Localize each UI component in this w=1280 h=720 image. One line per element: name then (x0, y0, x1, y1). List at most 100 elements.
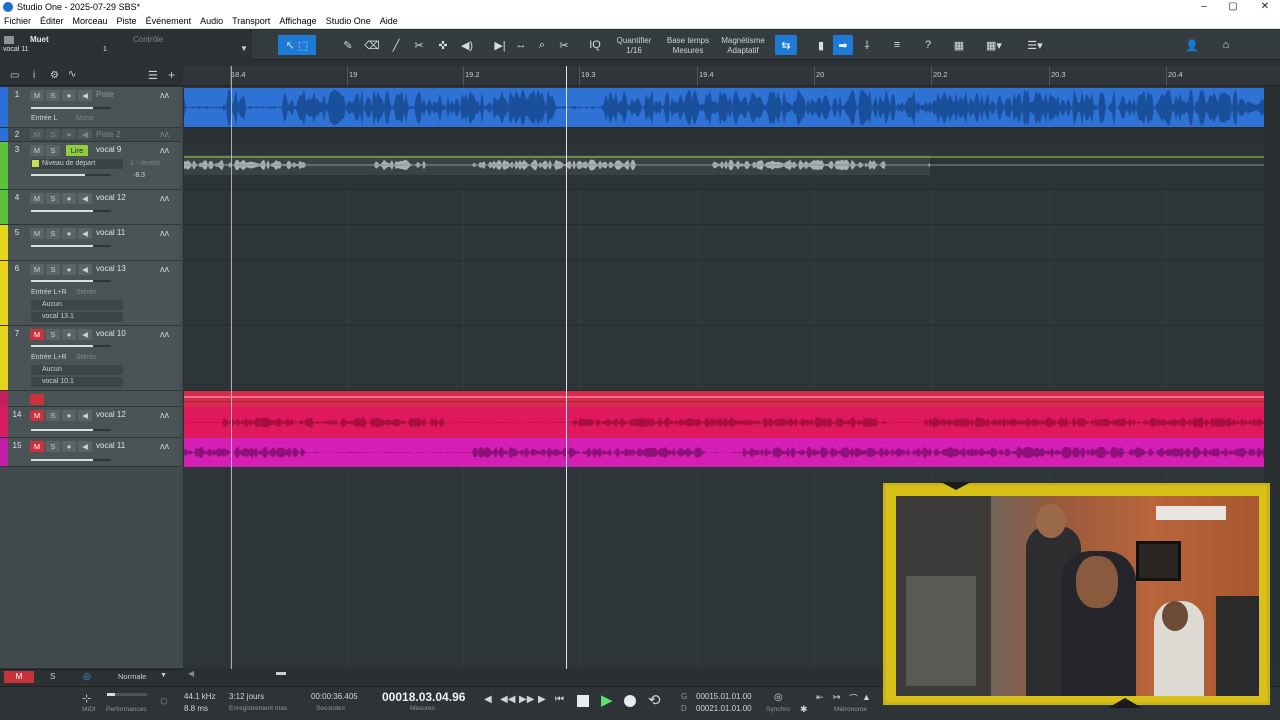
audio-clip-vocal11[interactable] (184, 438, 1264, 467)
monitor-button[interactable]: ◀ (78, 129, 92, 139)
track-row[interactable]: 1 M S ● ◀ Piste ʌʌ Entrée L Mono (0, 87, 181, 128)
autoscroll-button[interactable]: ▮ (812, 35, 830, 55)
waveform-icon[interactable]: ʌʌ (160, 264, 169, 274)
track-row[interactable]: 14 M S ● ◀ vocal 12 ʌʌ (0, 407, 181, 438)
horizontal-scrollbar[interactable]: ◀ (184, 669, 880, 679)
mute-button[interactable]: M (30, 90, 44, 101)
send-fader[interactable] (31, 174, 111, 176)
chevron-down-icon[interactable]: ▼ (160, 672, 167, 679)
waveform-icon[interactable]: ʌʌ (160, 228, 169, 238)
minimize-button[interactable]: – (1189, 0, 1219, 14)
automation-icon[interactable]: ∿ (68, 69, 76, 80)
home-button[interactable]: ⌂ (1217, 35, 1235, 55)
user-button[interactable]: 👤 (1183, 35, 1201, 55)
monitor-button[interactable]: ◀ (78, 264, 92, 275)
lane-track-7[interactable] (184, 326, 1264, 391)
menu-morceau[interactable]: Morceau (69, 16, 113, 26)
stretch-button[interactable]: ↔ (512, 35, 530, 55)
loop-button[interactable]: ⟲ (648, 691, 661, 709)
mute-button[interactable]: M (30, 129, 44, 139)
bars-label[interactable]: Mesures (410, 705, 435, 712)
volume-fader[interactable] (31, 245, 111, 247)
mute-button[interactable]: M (30, 329, 44, 340)
lane-track-4[interactable] (184, 190, 1264, 225)
track-name[interactable]: vocal 11 (96, 228, 125, 237)
menu-fichier[interactable]: Fichier (0, 16, 36, 26)
solo-button[interactable]: S (46, 90, 60, 101)
audio-clip-folded[interactable] (184, 391, 1264, 407)
scissors-button[interactable]: ✂ (555, 35, 573, 55)
volume-fader[interactable] (31, 210, 111, 212)
punch-icon[interactable]: ↦ (833, 692, 841, 703)
record-arm-button[interactable]: ● (62, 193, 76, 204)
menu-audio[interactable]: Audio (196, 16, 228, 26)
solo-button[interactable]: S (46, 193, 60, 204)
track-name[interactable]: vocal 12 (96, 193, 126, 202)
record-arm-button[interactable]: ● (62, 129, 76, 139)
track-name[interactable]: vocal 12 (96, 410, 126, 419)
midi-icon[interactable]: ⊹ (82, 692, 91, 705)
collapsed-tracks-row[interactable] (0, 391, 181, 407)
forward-icon[interactable]: ▶ (538, 694, 546, 705)
listen-tool-button[interactable]: ◀) (458, 35, 476, 55)
send-level-select[interactable]: Niveau de départ (31, 159, 123, 169)
waveform-icon[interactable]: ʌʌ (160, 441, 169, 451)
track-row[interactable]: 3 M S Lire vocal 9 ʌʌ Niveau de départ 1… (0, 142, 181, 190)
video-button[interactable]: ▦ (950, 35, 968, 55)
menu-transport[interactable]: Transport (228, 16, 275, 26)
eraser-tool-button[interactable]: ⌫ (363, 35, 381, 55)
snap-toggle-button[interactable]: ⇆ (775, 35, 797, 55)
audio-clip-vocal12[interactable] (184, 407, 1264, 438)
mute-tool-button[interactable]: ✂ (410, 35, 428, 55)
playlist-select[interactable]: vocal 13.1 (31, 312, 123, 322)
solo-button[interactable]: S (46, 129, 60, 139)
monitor-button[interactable]: ◀ (78, 228, 92, 239)
global-mute-button[interactable]: M (4, 671, 34, 683)
timebase-control[interactable]: Base temps Mesures (662, 36, 714, 56)
track-row[interactable]: 6 M S ● ◀ vocal 13 ʌʌ Entrée L+R Stéréo … (0, 261, 181, 326)
mode-select[interactable]: Normale (118, 672, 146, 681)
solo-button[interactable]: S (46, 441, 60, 452)
mute-button[interactable]: M (30, 441, 44, 452)
chevron-down-icon[interactable]: ▼ (240, 44, 248, 53)
record-arm-button[interactable]: ● (62, 410, 76, 421)
sync-icon[interactable]: ◎ (774, 692, 783, 703)
output-select[interactable]: Aucun (31, 365, 123, 375)
fast-forward-icon[interactable]: ▶▶ (519, 694, 534, 705)
track-name[interactable]: vocal 9 (96, 145, 121, 154)
skip-end-icon[interactable]: ⏮ (555, 694, 564, 705)
layout-button[interactable]: ☰▾ (1020, 35, 1050, 55)
playhead-cursor[interactable] (566, 66, 567, 670)
timestretch-button[interactable]: ≡ (888, 35, 906, 55)
track-name[interactable]: vocal 10 (96, 329, 126, 338)
scroll-left-icon[interactable]: ◀ (188, 669, 194, 678)
mute-button[interactable]: M (30, 228, 44, 239)
grid-view-button[interactable]: ▦▾ (980, 35, 1008, 55)
track-name[interactable]: Piste 2 (96, 130, 120, 139)
volume-fader[interactable] (31, 107, 111, 109)
playlist-select[interactable]: vocal 10.1 (31, 377, 123, 387)
settings-gear-icon[interactable]: ✱ (800, 704, 808, 715)
waveform-icon[interactable]: ʌʌ (160, 129, 169, 139)
lane-track-2[interactable] (184, 128, 1264, 142)
timeline-ruler[interactable]: 18.4 19 19.2 19.3 19.4 20 20.2 20.3 20.4 (183, 66, 1280, 86)
inspector-icon[interactable]: ▭ (10, 70, 19, 81)
solo-button[interactable]: S (46, 329, 60, 340)
snap-control[interactable]: Magnétisme Adaptatif (716, 36, 770, 56)
waveform-icon[interactable]: ʌʌ (160, 193, 169, 203)
mute-button[interactable]: M (30, 193, 44, 204)
rewind-icon[interactable]: ◀◀ (500, 694, 515, 705)
waveform-icon[interactable]: ʌʌ (160, 90, 169, 100)
play-button[interactable]: ▶ (601, 691, 613, 709)
quantize-control[interactable]: Quantifier 1/16 (608, 36, 660, 56)
volume-fader[interactable] (31, 345, 111, 347)
zoom-button[interactable]: ⌕ (533, 35, 551, 55)
mute-button[interactable]: M (30, 145, 44, 156)
pencil-tool-button[interactable]: ✎ (339, 35, 357, 55)
help-button[interactable]: ? (919, 35, 937, 55)
follow-button[interactable]: ➡ (833, 35, 853, 55)
waveform-icon[interactable]: ʌʌ (160, 145, 169, 155)
waveform-icon[interactable]: ʌʌ (160, 410, 169, 420)
solo-button[interactable]: S (46, 145, 60, 156)
record-arm-button[interactable]: ● (62, 264, 76, 275)
